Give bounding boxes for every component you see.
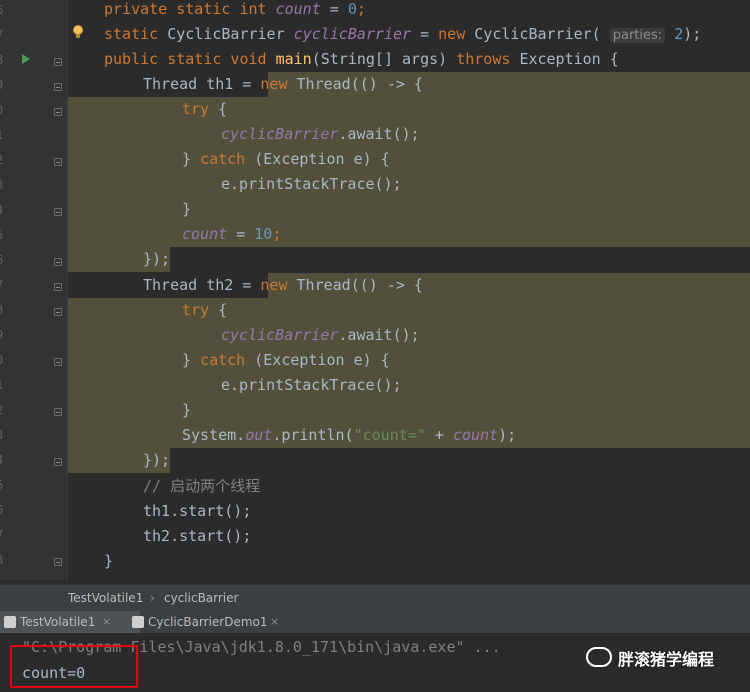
fold-icon[interactable] [54, 58, 62, 66]
tab-label: TestVolatile1 [20, 615, 96, 629]
editor-gutter: 6 7 8 9 0 1 2 3 4 5 6 7 8 9 0 1 2 3 4 5 … [0, 0, 68, 580]
line-number: 2 [0, 403, 10, 417]
code-comment: // 启动两个线程 [143, 477, 261, 495]
fold-icon[interactable] [54, 308, 62, 316]
code-line: cyclicBarrier.await(); [221, 326, 420, 344]
fold-icon[interactable] [54, 83, 62, 91]
line-number: 6 [0, 503, 10, 517]
code-line: }); [143, 451, 171, 469]
code-line: try { [182, 301, 228, 319]
line-number: 1 [0, 128, 10, 142]
code-line: Thread th2 = new Thread(() -> { [143, 276, 423, 294]
line-number: 9 [0, 328, 10, 342]
highlight-box [10, 645, 138, 688]
fold-icon[interactable] [54, 558, 62, 566]
line-number: 4 [0, 203, 10, 217]
line-number: 3 [0, 178, 10, 192]
fold-icon[interactable] [54, 258, 62, 266]
fold-icon[interactable] [54, 158, 62, 166]
code-line: e.printStackTrace(); [221, 175, 402, 193]
line-number: 8 [0, 53, 10, 67]
code-line: th2.start(); [143, 527, 252, 545]
code-line: count = 10; [182, 225, 282, 243]
fold-icon[interactable] [54, 208, 62, 216]
line-number: 5 [0, 228, 10, 242]
fold-icon[interactable] [54, 358, 62, 366]
close-icon[interactable]: × [270, 611, 279, 633]
code-line: System.out.println("count=" + count); [182, 426, 517, 444]
run-config-icon [132, 616, 144, 628]
line-number: 7 [0, 28, 10, 42]
run-config-icon [4, 616, 16, 628]
run-tabs: TestVolatile1 × CyclicBarrierDemo1 × [0, 611, 750, 634]
fold-icon[interactable] [54, 408, 62, 416]
code-line: try { [182, 100, 228, 118]
gutter-divider [67, 0, 68, 580]
code-line: static CyclicBarrier cyclicBarrier = new… [104, 25, 702, 43]
line-number: 1 [0, 378, 10, 392]
code-line: e.printStackTrace(); [221, 376, 402, 394]
code-editor[interactable]: 6 7 8 9 0 1 2 3 4 5 6 7 8 9 0 1 2 3 4 5 … [0, 0, 750, 580]
fold-icon[interactable] [54, 283, 62, 291]
tab-testvolatile1[interactable]: TestVolatile1 × [0, 611, 140, 633]
code-line: Thread th1 = new Thread(() -> { [143, 75, 423, 93]
wechat-icon [586, 647, 612, 667]
breadcrumb-separator: › [150, 591, 155, 605]
run-icon[interactable] [22, 54, 30, 64]
line-number: 8 [0, 553, 10, 567]
tab-cyclicbarrierdemo1[interactable]: CyclicBarrierDemo1 × [128, 611, 308, 633]
line-number: 5 [0, 478, 10, 492]
breadcrumb: TestVolatile1 › cyclicBarrier [0, 584, 750, 611]
code-line: }); [143, 250, 171, 268]
code-line: } catch (Exception e) { [182, 150, 390, 168]
line-number: 9 [0, 78, 10, 92]
code-line: th1.start(); [143, 502, 252, 520]
parameter-hint: parties: [609, 28, 666, 43]
code-line: } catch (Exception e) { [182, 351, 390, 369]
watermark: 胖滚猪学编程 [586, 646, 714, 670]
code-line: public static void main(String[] args) t… [104, 50, 619, 68]
line-number: 0 [0, 103, 10, 117]
line-number: 6 [0, 3, 10, 17]
code-line: } [104, 552, 114, 570]
line-number: 8 [0, 303, 10, 317]
line-number: 4 [0, 453, 10, 467]
breadcrumb-file[interactable]: TestVolatile1 [68, 591, 143, 605]
line-number: 0 [0, 353, 10, 367]
breadcrumb-field[interactable]: cyclicBarrier [164, 591, 238, 605]
line-number: 6 [0, 253, 10, 267]
highlight-region [68, 97, 750, 247]
fold-icon[interactable] [54, 108, 62, 116]
line-number: 2 [0, 153, 10, 167]
code-line: } [182, 200, 192, 218]
tab-label: CyclicBarrierDemo1 [148, 615, 268, 629]
line-number: 7 [0, 528, 10, 542]
code-line: } [182, 401, 192, 419]
line-number: 7 [0, 278, 10, 292]
fold-icon[interactable] [54, 458, 62, 466]
line-number: 3 [0, 428, 10, 442]
close-icon[interactable]: × [102, 611, 111, 633]
code-line: private static int count = 0; [104, 0, 366, 18]
code-line: cyclicBarrier.await(); [221, 125, 420, 143]
lightbulb-icon[interactable] [73, 25, 83, 38]
